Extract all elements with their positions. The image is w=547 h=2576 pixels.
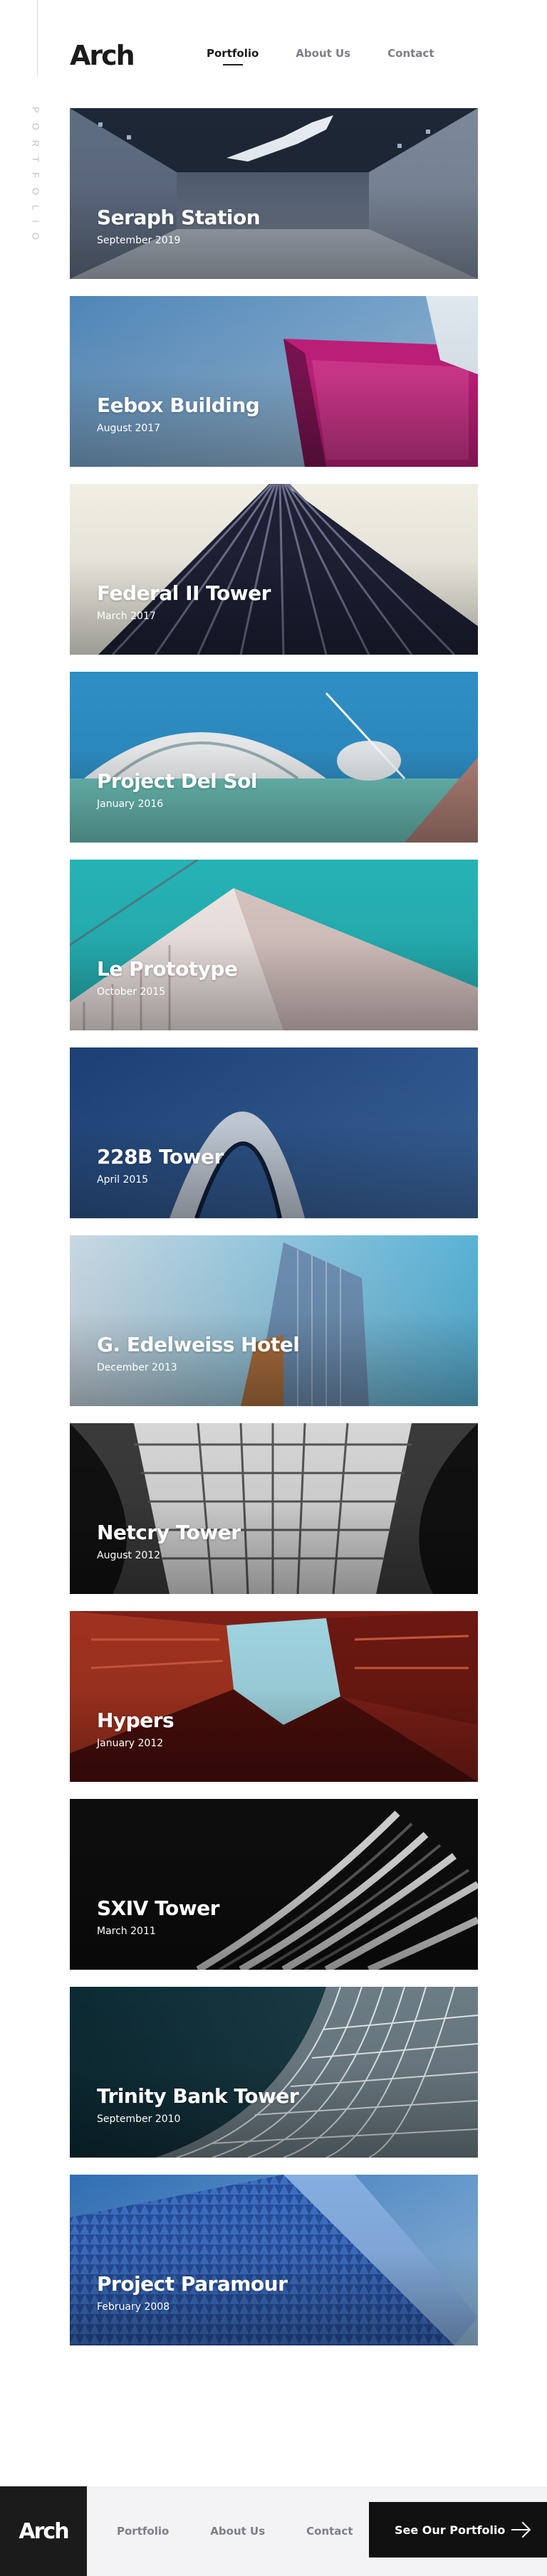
project-card-228b-tower[interactable]: 228B Tower April 2015 bbox=[70, 1047, 478, 1218]
arrow-right-icon bbox=[511, 2520, 531, 2539]
project-date: October 2015 bbox=[97, 986, 166, 998]
project-title: Project Del Sol bbox=[97, 769, 257, 793]
project-date: August 2017 bbox=[97, 423, 161, 434]
project-card-seraph-station[interactable]: Seraph Station September 2019 bbox=[70, 108, 478, 279]
project-card-sxiv-tower[interactable]: SXIV Tower March 2011 bbox=[70, 1799, 478, 1970]
project-date: August 2012 bbox=[97, 1550, 161, 1561]
project-card-g-edelweiss-hotel[interactable]: G. Edelweiss Hotel December 2013 bbox=[70, 1235, 478, 1406]
project-card-netcry-tower[interactable]: Netcry Tower August 2012 bbox=[70, 1423, 478, 1594]
project-date: January 2012 bbox=[97, 1738, 164, 1749]
project-title: Project Paramour bbox=[97, 2272, 288, 2296]
nav-about-us[interactable]: About Us bbox=[296, 47, 350, 60]
footer-nav-portfolio[interactable]: Portfolio bbox=[117, 2525, 169, 2538]
footer-nav: Portfolio About Us Contact bbox=[117, 2525, 353, 2538]
footer-logo[interactable]: Arch bbox=[0, 2486, 87, 2576]
project-card-hypers[interactable]: Hypers January 2012 bbox=[70, 1611, 478, 1782]
cta-label: See Our Portfolio bbox=[395, 2523, 506, 2537]
project-date: March 2017 bbox=[97, 611, 156, 622]
project-date: September 2010 bbox=[97, 2113, 181, 2125]
project-date: September 2019 bbox=[97, 235, 181, 246]
project-date: December 2013 bbox=[97, 1362, 177, 1373]
footer-nav-contact[interactable]: Contact bbox=[306, 2525, 353, 2538]
project-card-project-paramour[interactable]: Project Paramour February 2008 bbox=[70, 2175, 478, 2345]
main-nav: Portfolio About Us Contact bbox=[207, 47, 434, 60]
footer-nav-about-us[interactable]: About Us bbox=[210, 2525, 265, 2538]
footer: Arch Portfolio About Us Contact See Our … bbox=[0, 2486, 547, 2576]
side-portfolio-label: PORTFOLIO bbox=[30, 107, 41, 250]
logo[interactable]: Arch bbox=[70, 40, 135, 71]
project-title: Trinity Bank Tower bbox=[97, 2084, 299, 2108]
nav-contact[interactable]: Contact bbox=[387, 47, 434, 60]
project-title: 228B Tower bbox=[97, 1145, 224, 1168]
header-divider-line bbox=[37, 0, 38, 75]
project-card-le-prototype[interactable]: Le Prototype October 2015 bbox=[70, 860, 478, 1030]
project-date: February 2008 bbox=[97, 2301, 170, 2313]
nav-portfolio[interactable]: Portfolio bbox=[207, 47, 259, 60]
project-date: January 2016 bbox=[97, 798, 164, 810]
project-title: Hypers bbox=[97, 1709, 174, 1732]
project-card-project-del-sol[interactable]: Project Del Sol January 2016 bbox=[70, 672, 478, 843]
project-title: Eebox Building bbox=[97, 394, 260, 417]
project-title: Netcry Tower bbox=[97, 1521, 241, 1544]
project-card-eebox-building[interactable]: Eebox Building August 2017 bbox=[70, 296, 478, 467]
project-date: March 2011 bbox=[97, 1926, 156, 1937]
project-title: Le Prototype bbox=[97, 957, 238, 981]
project-title: Federal II Tower bbox=[97, 581, 271, 605]
project-title: G. Edelweiss Hotel bbox=[97, 1333, 300, 1356]
project-title: SXIV Tower bbox=[97, 1896, 219, 1920]
project-card-trinity-bank-tower[interactable]: Trinity Bank Tower September 2010 bbox=[70, 1987, 478, 2158]
project-title: Seraph Station bbox=[97, 206, 261, 229]
project-list: Seraph Station September 2019 Eebox Buil… bbox=[70, 108, 478, 2363]
project-card-federal-ii-tower[interactable]: Federal II Tower March 2017 bbox=[70, 484, 478, 655]
project-date: April 2015 bbox=[97, 1174, 149, 1186]
see-our-portfolio-button[interactable]: See Our Portfolio bbox=[369, 2502, 547, 2557]
